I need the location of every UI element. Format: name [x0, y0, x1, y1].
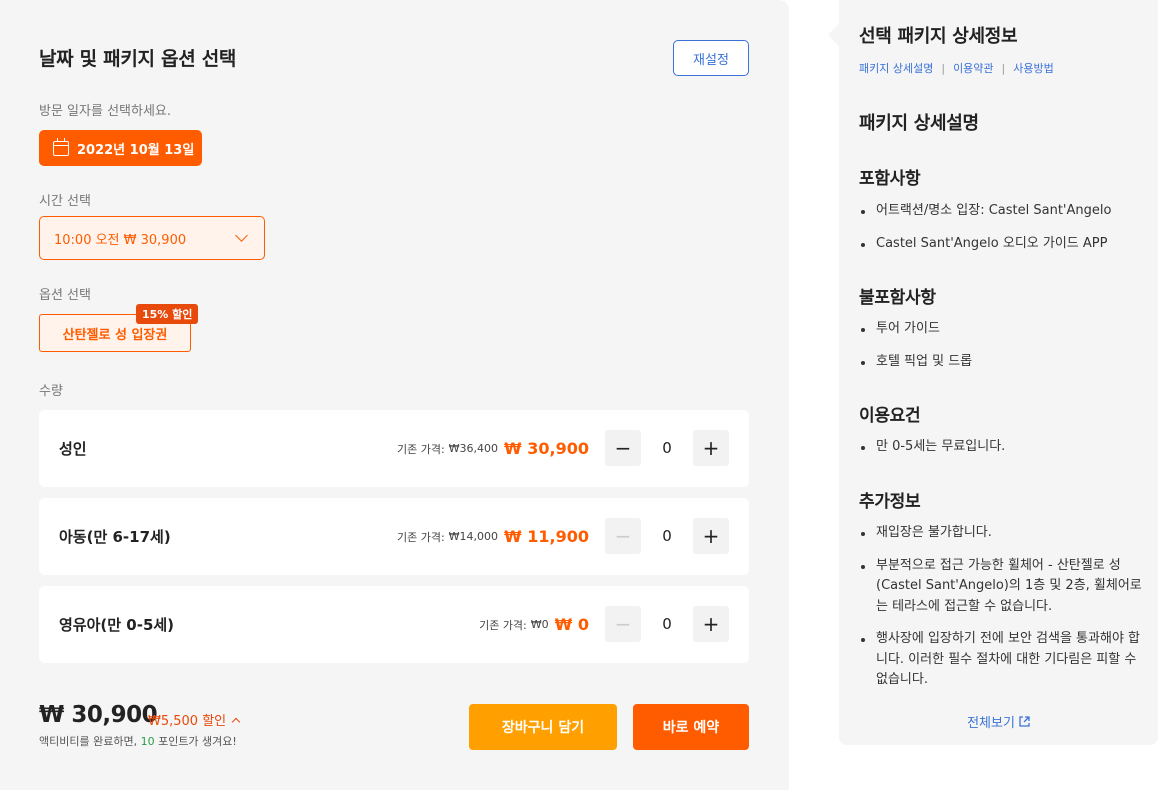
discount-toggle[interactable]: ₩5,500 할인: [148, 710, 241, 729]
selected-time: 10:00 오전 ₩ 30,900: [54, 232, 187, 248]
section-heading: 불포함사항: [859, 288, 936, 308]
details-title: 선택 패키지 상세정보: [859, 26, 1018, 47]
base-price-label: 기존 가격:: [479, 618, 527, 632]
decrement-button[interactable]: −: [605, 430, 641, 466]
list-item: 재입장은 불가합니다.: [859, 523, 1149, 544]
chevron-up-icon: [231, 717, 241, 726]
increment-button[interactable]: +: [693, 606, 729, 642]
additional-info-list: 재입장은 불가합니다. 부분적으로 접근 가능한 휠체어 - 산탄젤로 성(Ca…: [859, 523, 1149, 703]
quantity-row-adult: 성인 기존 가격: ₩36,400 ₩ 30,900 − 0 +: [39, 410, 749, 487]
time-select[interactable]: 10:00 오전 ₩ 30,900: [39, 216, 265, 260]
section-heading: 포함사항: [859, 169, 921, 189]
list-item: 부분적으로 접근 가능한 휠체어 - 산탄젤로 성(Castel Sant'An…: [859, 556, 1149, 618]
increment-button[interactable]: +: [693, 518, 729, 554]
discount-badge: 15% 할인: [136, 304, 199, 324]
panel-pointer: [828, 24, 839, 46]
sale-price: ₩ 30,900: [504, 439, 589, 458]
external-link-icon: [1019, 716, 1030, 727]
points-note: 액티비티를 완료하면, 10 포인트가 생겨요!: [39, 733, 237, 749]
quantity-row-child: 아동(만 6-17세) 기존 가격: ₩14,000 ₩ 11,900 − 0 …: [39, 498, 749, 575]
base-price-label: 기존 가격:: [396, 442, 445, 456]
quantity-value: 0: [662, 527, 672, 545]
requirements-list: 만 0-5세는 무료입니다.: [859, 437, 1149, 470]
ticket-type: 아동(만 6-17세): [59, 528, 171, 546]
quantity-label: 수량: [39, 384, 63, 399]
total-discount: ₩5,500 할인: [148, 714, 227, 729]
booking-panel: 날짜 및 패키지 옵션 선택 재설정 방문 일자를 선택하세요. 2022년 1…: [0, 0, 789, 790]
base-price: ₩0: [530, 618, 549, 631]
description-heading: 패키지 상세설명: [859, 113, 979, 134]
details-tabs: 패키지 상세설명 | 이용약관 | 사용방법: [859, 60, 1054, 76]
date-picker-button[interactable]: 2022년 10월 13일: [39, 130, 202, 166]
option-label: 옵션 선택: [39, 288, 91, 303]
quantity-row-infant: 영유아(만 0-5세) 기존 가격: ₩0 ₩ 0 − 0 +: [39, 586, 749, 663]
list-item: 만 0-5세는 무료입니다.: [859, 437, 1149, 458]
ticket-type: 영유아(만 0-5세): [59, 616, 175, 634]
calendar-icon: [53, 137, 69, 156]
base-price-label: 기존 가격:: [396, 530, 445, 544]
date-prompt: 방문 일자를 선택하세요.: [39, 104, 171, 119]
decrement-button[interactable]: −: [605, 518, 641, 554]
increment-button[interactable]: +: [693, 430, 729, 466]
details-panel: 선택 패키지 상세정보 패키지 상세설명 | 이용약관 | 사용방법 패키지 상…: [839, 0, 1158, 745]
price-info: 기존 가격: ₩0 ₩ 0: [479, 586, 589, 663]
price-info: 기존 가격: ₩36,400 ₩ 30,900: [397, 410, 589, 487]
list-item: 호텔 픽업 및 드롭: [859, 352, 1149, 373]
list-item: 투어 가이드: [859, 319, 1149, 340]
quantity-value: 0: [662, 615, 672, 633]
list-item: 행사장에 입장하기 전에 보안 검색을 통과해야 합니다. 이러한 필수 절차에…: [859, 629, 1149, 691]
sale-price: ₩ 0: [554, 615, 589, 634]
base-price: ₩14,000: [448, 530, 499, 543]
tab-how-to-use[interactable]: 사용방법: [1013, 60, 1053, 76]
chevron-down-icon: [235, 229, 248, 242]
price-info: 기존 가격: ₩14,000 ₩ 11,900: [397, 498, 589, 575]
section-heading: 이용요건: [859, 406, 921, 426]
tab-terms[interactable]: 이용약관: [953, 60, 993, 76]
tab-separator: |: [941, 61, 946, 75]
list-item: Castel Sant'Angelo 오디오 가이드 APP: [859, 234, 1149, 255]
view-all-link[interactable]: 전체보기: [839, 712, 1158, 731]
list-item: 어트랙션/명소 입장: Castel Sant'Angelo: [859, 201, 1149, 222]
ticket-type: 성인: [59, 440, 87, 458]
reset-button[interactable]: 재설정: [673, 40, 749, 76]
tab-description[interactable]: 패키지 상세설명: [859, 60, 933, 76]
decrement-button[interactable]: −: [605, 606, 641, 642]
points-text-after: 포인트가 생겨요!: [154, 735, 237, 748]
sale-price: ₩ 11,900: [504, 527, 589, 546]
time-label: 시간 선택: [39, 194, 91, 209]
view-all-label: 전체보기: [967, 716, 1015, 731]
points-text-before: 액티비티를 완료하면,: [39, 735, 141, 748]
inclusions-list: 어트랙션/명소 입장: Castel Sant'Angelo Castel Sa…: [859, 201, 1149, 266]
add-to-cart-button[interactable]: 장바구니 담기: [469, 704, 617, 750]
tab-separator: |: [1001, 61, 1006, 75]
page-title: 날짜 및 패키지 옵션 선택: [39, 48, 237, 70]
selected-date: 2022년 10월 13일: [77, 142, 195, 158]
points-value: 10: [140, 735, 155, 748]
book-now-button[interactable]: 바로 예약: [633, 704, 749, 750]
exclusions-list: 투어 가이드 호텔 픽업 및 드롭: [859, 319, 1149, 384]
base-price: ₩36,400: [448, 442, 499, 455]
section-heading: 추가정보: [859, 492, 921, 512]
quantity-value: 0: [662, 439, 672, 457]
total-price: ₩ 30,900: [39, 702, 158, 728]
